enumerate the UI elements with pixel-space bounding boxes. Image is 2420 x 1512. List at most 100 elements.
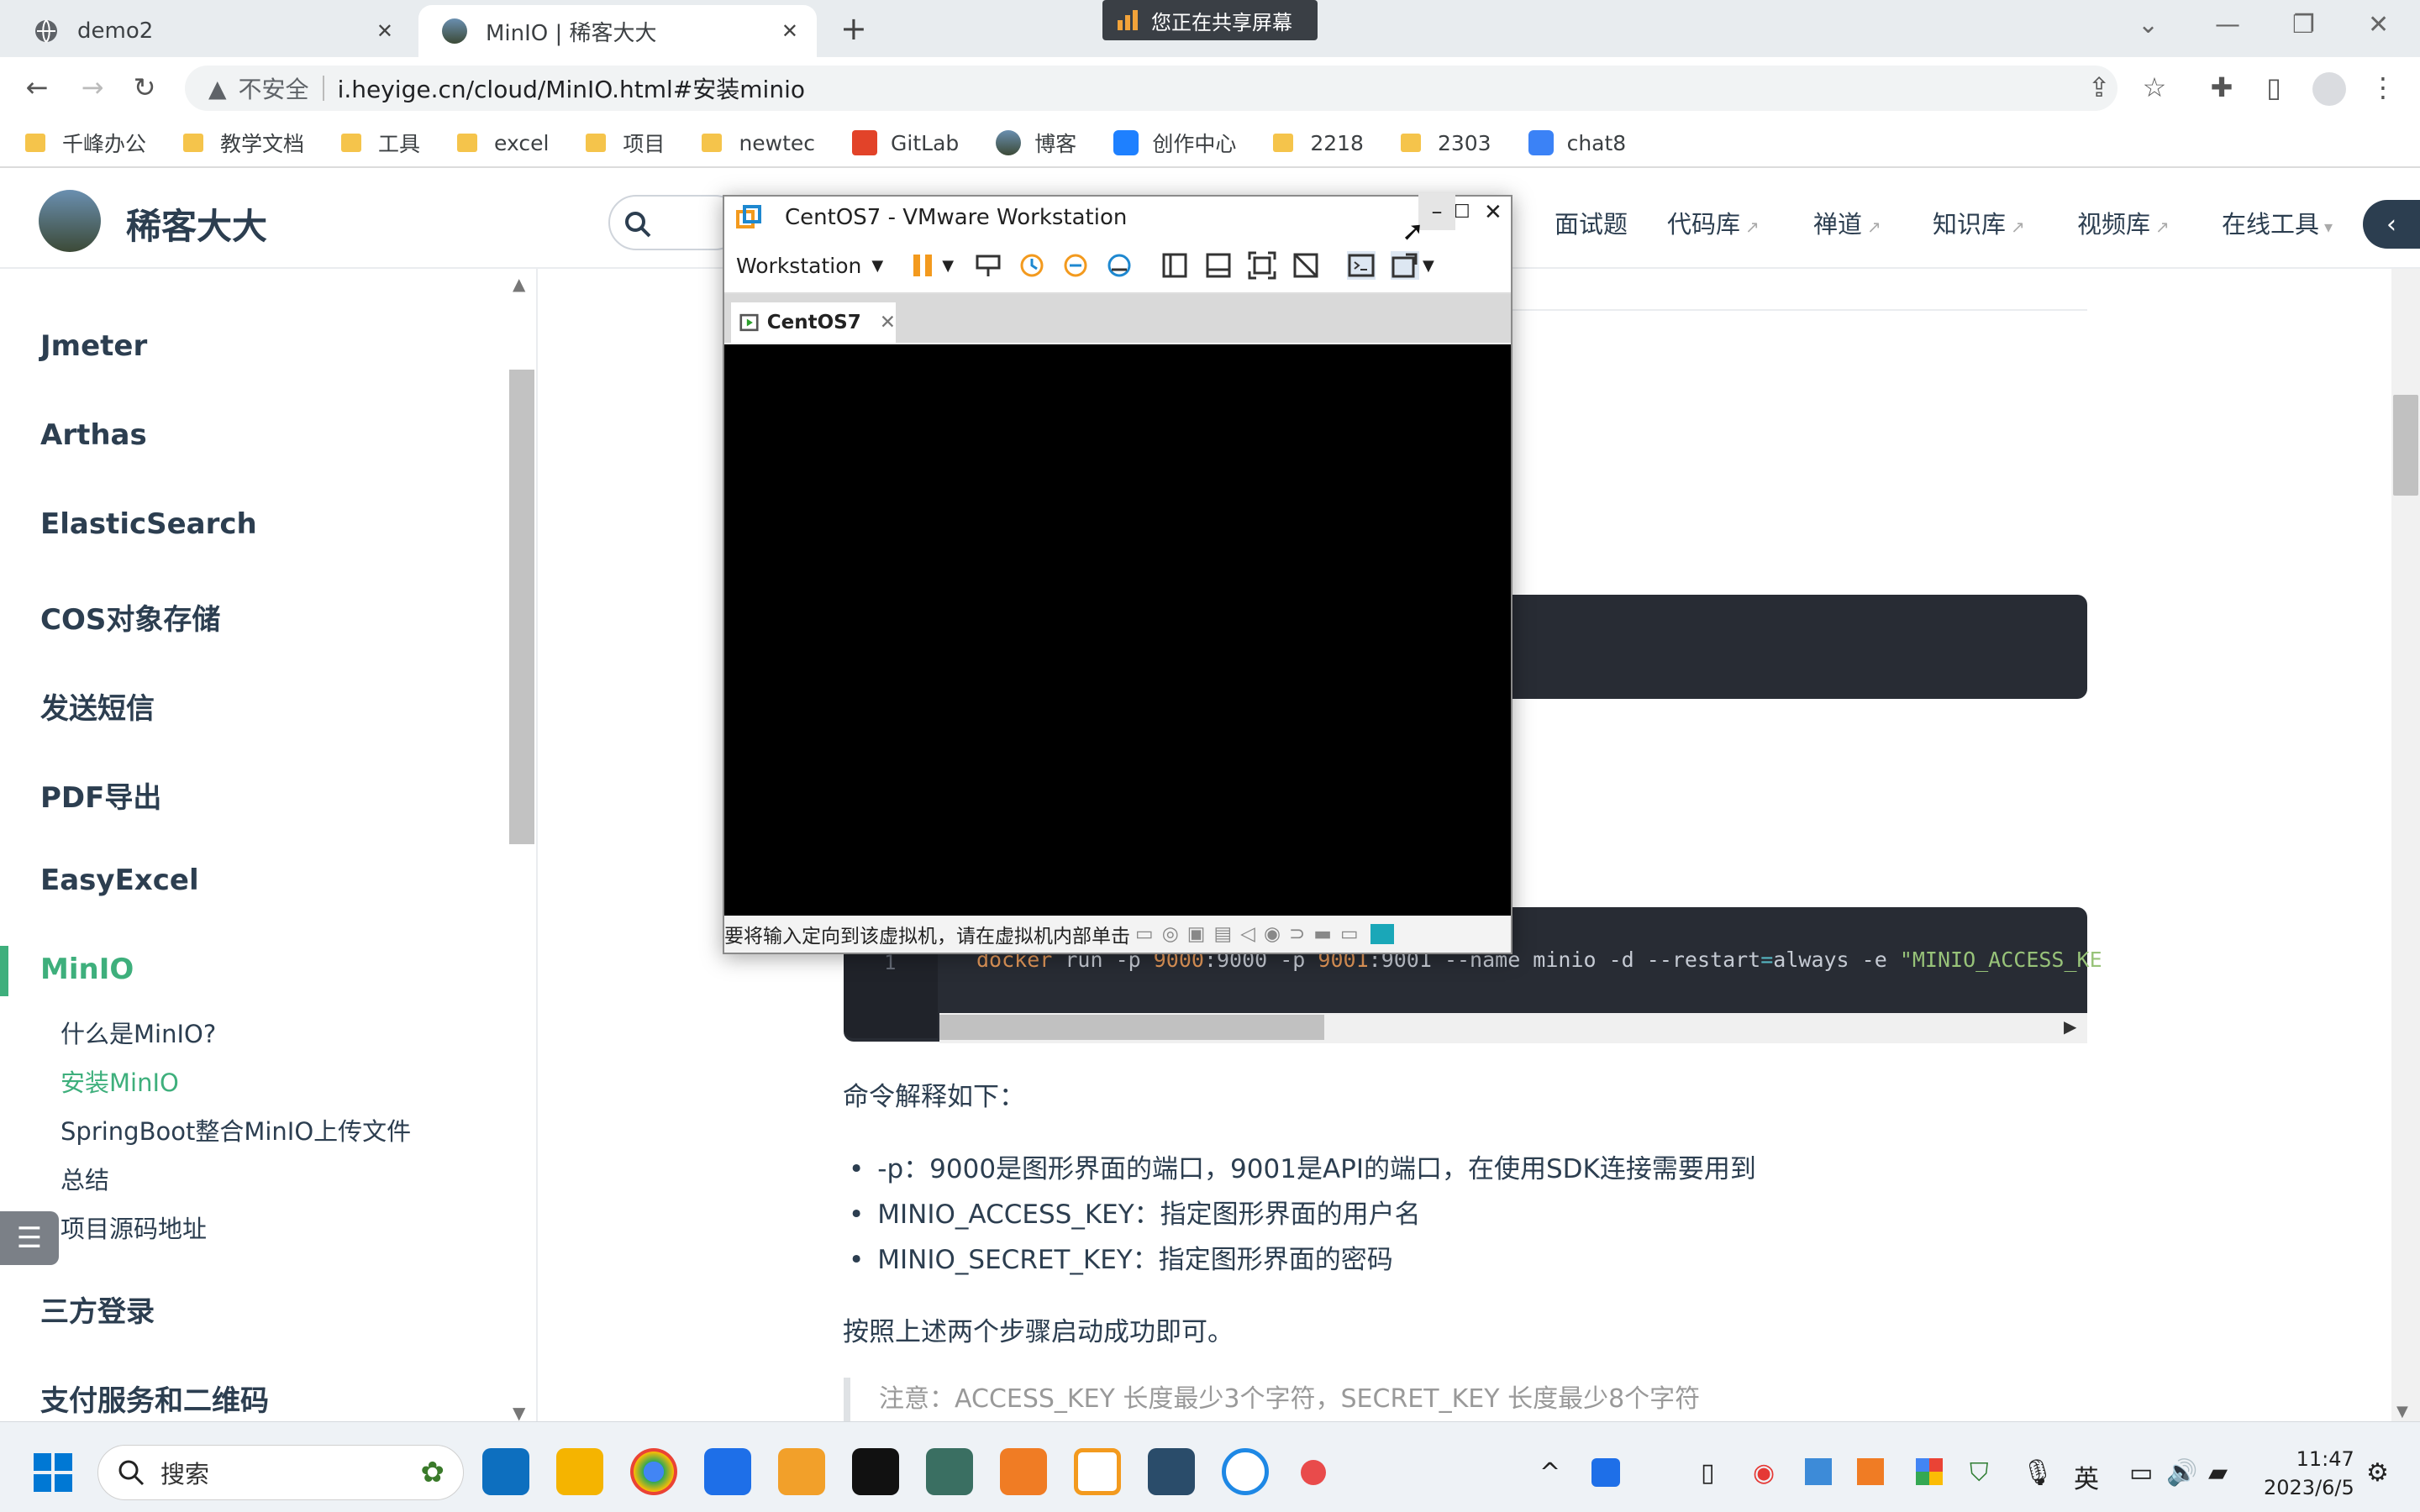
sidebar-item-payment[interactable]: 支付服务和二维码 (40, 1378, 269, 1419)
tray-colorful-icon[interactable] (1916, 1458, 1943, 1485)
volume-icon[interactable]: 🔊 (2166, 1458, 2197, 1488)
file-explorer-icon[interactable] (556, 1448, 603, 1495)
notification-icon[interactable]: ⚙ (2366, 1458, 2389, 1488)
stretch-guest-icon[interactable] (1391, 251, 1420, 280)
reload-button[interactable]: ↻ (128, 71, 161, 104)
sidebar-item-cos[interactable]: COS对象存储 (40, 596, 220, 638)
message-icon[interactable] (1370, 924, 1394, 944)
workstation-menu[interactable]: Workstation (736, 254, 861, 278)
bookmark-item[interactable]: 博客 (996, 128, 1076, 158)
bookmark-item[interactable]: chat8 (1528, 130, 1626, 155)
screen-share-notice[interactable]: 您正在共享屏幕 (1102, 0, 1318, 40)
scroll-down-arrow-icon[interactable]: ▼ (513, 1403, 525, 1423)
network-icon[interactable]: ▭ (2129, 1458, 2153, 1488)
tray-app-icon[interactable] (1591, 1458, 1620, 1487)
scroll-up-arrow-icon[interactable]: ▲ (513, 274, 525, 294)
code-scrollbar-thumb[interactable] (939, 1015, 1324, 1040)
photos-icon[interactable] (704, 1448, 751, 1495)
unity-icon[interactable] (1292, 251, 1320, 280)
share-icon[interactable]: ⇪ (2082, 71, 2116, 104)
sidebar-sub-summary[interactable]: 总结 (60, 1161, 109, 1196)
ime-indicator[interactable]: 英 (2074, 1458, 2099, 1495)
snapshot-manager-icon[interactable] (1105, 251, 1134, 280)
microphone-icon[interactable]: 🎙 (2022, 1458, 2054, 1488)
send-ctrl-alt-del-icon[interactable] (974, 251, 1002, 280)
fullscreen-icon[interactable] (1248, 251, 1276, 280)
vm-maximize-button[interactable]: ☐ (1454, 202, 1470, 223)
vm-close-button[interactable]: ✕ (1484, 200, 1502, 225)
bookmark-item[interactable]: excel (457, 131, 549, 155)
site-title[interactable]: 稀客大大 (126, 198, 267, 249)
minimize-window-button[interactable]: — (2215, 10, 2240, 39)
stretch-dropdown-icon[interactable]: ▼ (1423, 257, 1434, 275)
tab-search-chevron-icon[interactable]: ⌄ (2138, 10, 2159, 39)
menu-kebab-icon[interactable]: ⋮ (2366, 71, 2400, 104)
pause-icon[interactable] (908, 251, 937, 280)
site-logo-avatar[interactable] (39, 190, 101, 252)
back-button[interactable]: ← (20, 71, 54, 104)
close-vm-tab-icon[interactable]: ✕ (880, 312, 896, 333)
new-tab-button[interactable]: + (840, 10, 867, 47)
recorder-icon[interactable] (1301, 1460, 1326, 1485)
pause-dropdown-icon[interactable]: ▼ (942, 257, 954, 275)
address-bar[interactable]: ▲ 不安全 i.heyige.cn/cloud/MinIO.html#安装min… (185, 66, 2118, 111)
close-tab-icon[interactable]: ✕ (781, 19, 798, 43)
toc-toggle-button[interactable]: ☰ (0, 1211, 59, 1265)
bookmark-item[interactable]: 千峰办公 (25, 128, 146, 158)
bookmark-item[interactable]: newtec (702, 131, 815, 155)
usb-icon[interactable]: ▯ (1701, 1458, 1715, 1488)
revert-snapshot-icon[interactable] (1061, 251, 1090, 280)
tray-tool-icon[interactable] (1805, 1458, 1832, 1485)
sidebar-sub-source[interactable]: 项目源码地址 (60, 1210, 207, 1245)
vm-console-screen[interactable] (724, 344, 1511, 916)
tab-minio[interactable]: MinIO | 稀客大大 ✕ (418, 5, 817, 57)
sidebar-item-pdf[interactable]: PDF导出 (40, 774, 161, 816)
vm-tab-centos7[interactable]: CentOS7 ✕ (731, 302, 896, 343)
extensions-icon[interactable]: ✚ (2205, 71, 2238, 104)
battery-icon[interactable]: ▰ (2208, 1458, 2228, 1488)
sidebar-item-arthas[interactable]: Arthas (40, 418, 147, 452)
sidebar-item-easyexcel[interactable]: EasyExcel (40, 864, 199, 897)
close-window-button[interactable]: ✕ (2368, 10, 2389, 39)
bookmark-item[interactable]: 项目 (586, 128, 665, 158)
nav-video[interactable]: 视频库 ↗ (2077, 205, 2170, 240)
sidebar-sub-install-minio[interactable]: 安装MinIO (60, 1063, 179, 1099)
security-shield-icon[interactable]: ⛉ (1970, 1458, 1989, 1488)
nav-code-repo[interactable]: 代码库 ↗ (1667, 205, 1760, 240)
chrome-icon[interactable] (630, 1448, 677, 1495)
nav-online-tools[interactable]: 在线工具 ▾ (2222, 205, 2333, 240)
tray-overflow-icon[interactable]: ^ (1539, 1458, 1560, 1488)
remote-desktop-icon[interactable] (1148, 1448, 1195, 1495)
vmware-taskbar-icon[interactable] (1074, 1448, 1121, 1495)
sublime-text-icon[interactable] (778, 1448, 825, 1495)
bookmark-item[interactable]: 2218 (1273, 131, 1364, 155)
taskbar-search-box[interactable]: 搜索 ✿ (97, 1445, 464, 1500)
bookmark-item[interactable]: 教学文档 (183, 128, 304, 158)
bookmark-item[interactable]: GitLab (852, 130, 959, 155)
forward-button[interactable]: → (76, 71, 109, 104)
tab-demo2[interactable]: demo2 ✕ (10, 5, 412, 57)
bookmark-star-icon[interactable]: ☆ (2138, 71, 2171, 104)
sidebar-sub-what-is-minio[interactable]: 什么是MinIO? (60, 1015, 216, 1050)
thumbnail-bar-icon[interactable] (1204, 251, 1233, 280)
intellij-idea-icon[interactable] (852, 1448, 899, 1495)
feishu-icon[interactable] (1222, 1448, 1269, 1495)
notes-app-icon[interactable] (1000, 1448, 1047, 1495)
nav-knowledge[interactable]: 知识库 ↗ (1933, 205, 2025, 240)
scroll-right-arrow-icon[interactable]: ▶ (2064, 1016, 2076, 1037)
console-view-icon[interactable] (1347, 251, 1376, 280)
nav-interview[interactable]: 面试题 (1555, 205, 1628, 240)
bookmark-item[interactable]: 工具 (341, 128, 420, 158)
chevron-down-icon[interactable]: ▼ (871, 257, 883, 275)
snapshot-icon[interactable] (1018, 251, 1046, 280)
library-view-icon[interactable] (1160, 251, 1189, 280)
close-tab-icon[interactable]: ✕ (376, 19, 393, 43)
sidebar-item-elasticsearch[interactable]: ElasticSearch (40, 507, 257, 541)
page-scroll-down-icon[interactable]: ▼ (2396, 1403, 2408, 1420)
sidebar-item-third-party-login[interactable]: 三方登录 (40, 1289, 155, 1330)
tray-notes-icon[interactable] (1857, 1458, 1884, 1485)
start-button[interactable] (34, 1453, 72, 1492)
page-scrollbar-thumb[interactable] (2393, 395, 2418, 496)
sidebar-item-jmeter[interactable]: Jmeter (40, 329, 147, 363)
sidebar-sub-springboot[interactable]: SpringBoot整合MinIO上传文件 (60, 1112, 411, 1147)
